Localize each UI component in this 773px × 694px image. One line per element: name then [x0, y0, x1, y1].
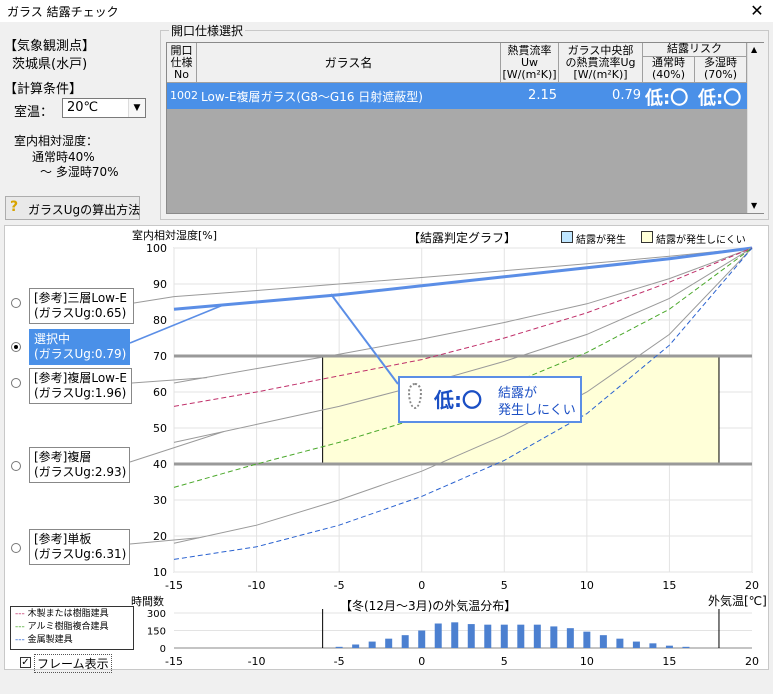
result-sub2: 発生しにくい — [498, 403, 576, 418]
x-tick--15: -15 — [165, 579, 183, 592]
ref-double[interactable]: [参考]複層 (ガラスUg:2.93) — [29, 447, 130, 483]
graph-title: 【結露判定グラフ】 — [408, 231, 517, 245]
radio-double[interactable] — [11, 461, 21, 471]
hist-bar-10 — [583, 631, 591, 648]
hist-x-tick-10: 10 — [580, 655, 594, 668]
result-main: 低:〇 — [434, 388, 482, 412]
hist-bar--1 — [401, 635, 409, 648]
hist-y-tick-0: 0 — [160, 644, 166, 655]
hist-bar-9 — [566, 628, 574, 648]
hist-bar-12 — [616, 638, 624, 648]
connector-double-lowe — [131, 377, 208, 384]
hist-bar-11 — [599, 635, 607, 648]
hist-bar-13 — [632, 641, 640, 648]
hist-bar-15 — [665, 645, 673, 648]
hist-x-tick-0: 0 — [418, 655, 425, 668]
ref-double-label1: [参考]複層 — [34, 450, 92, 464]
ref-single-label2: (ガラスUg:6.31) — [34, 547, 127, 561]
x-tick--5: -5 — [334, 579, 345, 592]
y-tick-70: 70 — [153, 350, 167, 363]
frame-display-label[interactable]: フレーム表示 — [34, 654, 112, 673]
frame-legend-alu-resin: --- アルミ樹脂複合建具 — [15, 622, 109, 632]
droplet-icon — [408, 383, 422, 409]
y-tick-40: 40 — [153, 458, 167, 471]
hist-title: 【冬(12月～3月)の外気温分布】 — [340, 599, 517, 613]
hist-bar-0 — [418, 630, 426, 648]
connector-double — [129, 431, 224, 463]
y-tick-30: 30 — [153, 494, 167, 507]
radio-double-lowe[interactable] — [11, 378, 21, 388]
x-axis-label: 外気温[℃] — [708, 594, 767, 608]
ref-selected-label1: 選択中 — [34, 332, 71, 346]
ref-triple-lowe[interactable]: [参考]三層Low-E (ガラスUg:0.65) — [29, 288, 134, 324]
frame-legend: --- 木製または樹脂建具 --- アルミ樹脂複合建具 --- 金属製建具 — [10, 606, 134, 650]
hist-x-tick--15: -15 — [165, 655, 183, 668]
hist-bar-5 — [500, 624, 508, 648]
ref-single[interactable]: [参考]単板 (ガラスUg:6.31) — [29, 529, 130, 565]
connector-selected — [129, 304, 224, 344]
hist-bar-6 — [517, 624, 525, 648]
frame-display-checkbox[interactable]: ✓ — [20, 657, 31, 668]
legend-swatch-unlikely — [641, 231, 653, 243]
legend-unlikely: 結露が発生しにくい — [656, 235, 746, 246]
legend-occurs: 結露が発生 — [576, 235, 626, 246]
y-axis-label: 室内相対湿度[%] — [132, 229, 218, 242]
x-tick-15: 15 — [662, 579, 676, 592]
radio-selected[interactable] — [11, 342, 21, 352]
series-line-0 — [173, 247, 753, 298]
hist-x-tick--5: -5 — [334, 655, 345, 668]
ref-triple-lowe-label1: [参考]三層Low-E — [34, 291, 127, 305]
hist-bar-8 — [550, 626, 558, 648]
hist-bar--3 — [368, 641, 376, 648]
y-tick-60: 60 — [153, 386, 167, 399]
ref-double-label2: (ガラスUg:2.93) — [34, 465, 127, 479]
connector-triple — [133, 296, 175, 304]
frame-legend-wood: --- 木製または樹脂建具 — [15, 609, 109, 619]
hist-bar-3 — [467, 624, 475, 648]
hist-bar-4 — [484, 624, 492, 648]
y-tick-90: 90 — [153, 278, 167, 291]
result-callout: 低:〇 結露が 発生しにくい — [398, 376, 582, 423]
frame-legend-metal: --- 金属製建具 — [15, 635, 73, 645]
y-tick-20: 20 — [153, 530, 167, 543]
hist-y-tick-150: 150 — [147, 627, 166, 638]
radio-single[interactable] — [11, 543, 21, 553]
y-tick-100: 100 — [146, 242, 167, 255]
y-tick-50: 50 — [153, 422, 167, 435]
ref-single-label1: [参考]単板 — [34, 532, 92, 546]
hist-bar-2 — [451, 622, 459, 648]
hist-bar--2 — [385, 638, 393, 648]
ref-double-lowe-label1: [参考]複層Low-E — [34, 371, 127, 385]
x-tick-0: 0 — [418, 579, 425, 592]
hist-x-tick-5: 5 — [501, 655, 508, 668]
hist-x-tick--10: -10 — [248, 655, 266, 668]
hist-x-tick-20: 20 — [745, 655, 759, 668]
hist-bar--5 — [335, 646, 343, 648]
hist-bar-14 — [649, 643, 657, 648]
hist-bar-1 — [434, 623, 442, 648]
x-tick-10: 10 — [580, 579, 594, 592]
x-tick-5: 5 — [501, 579, 508, 592]
y-tick-80: 80 — [153, 314, 167, 327]
hist-bar--4 — [352, 644, 360, 648]
ref-double-lowe[interactable]: [参考]複層Low-E (ガラスUg:1.96) — [29, 368, 132, 404]
ref-triple-lowe-label2: (ガラスUg:0.65) — [34, 306, 127, 320]
radio-triple-lowe[interactable] — [11, 298, 21, 308]
ref-selected[interactable]: 選択中 (ガラスUg:0.79) — [29, 329, 130, 365]
legend-swatch-occurs — [561, 231, 573, 243]
hist-x-tick-15: 15 — [662, 655, 676, 668]
hist-bar-16 — [682, 646, 690, 648]
x-tick-20: 20 — [745, 579, 759, 592]
x-tick--10: -10 — [248, 579, 266, 592]
ref-selected-label2: (ガラスUg:0.79) — [34, 347, 127, 361]
hist-bar-7 — [533, 624, 541, 648]
y-tick-10: 10 — [153, 566, 167, 579]
ref-double-lowe-label2: (ガラスUg:1.96) — [34, 386, 127, 400]
hist-y-label: 時間数 — [131, 595, 164, 608]
hist-y-tick-300: 300 — [147, 609, 166, 620]
